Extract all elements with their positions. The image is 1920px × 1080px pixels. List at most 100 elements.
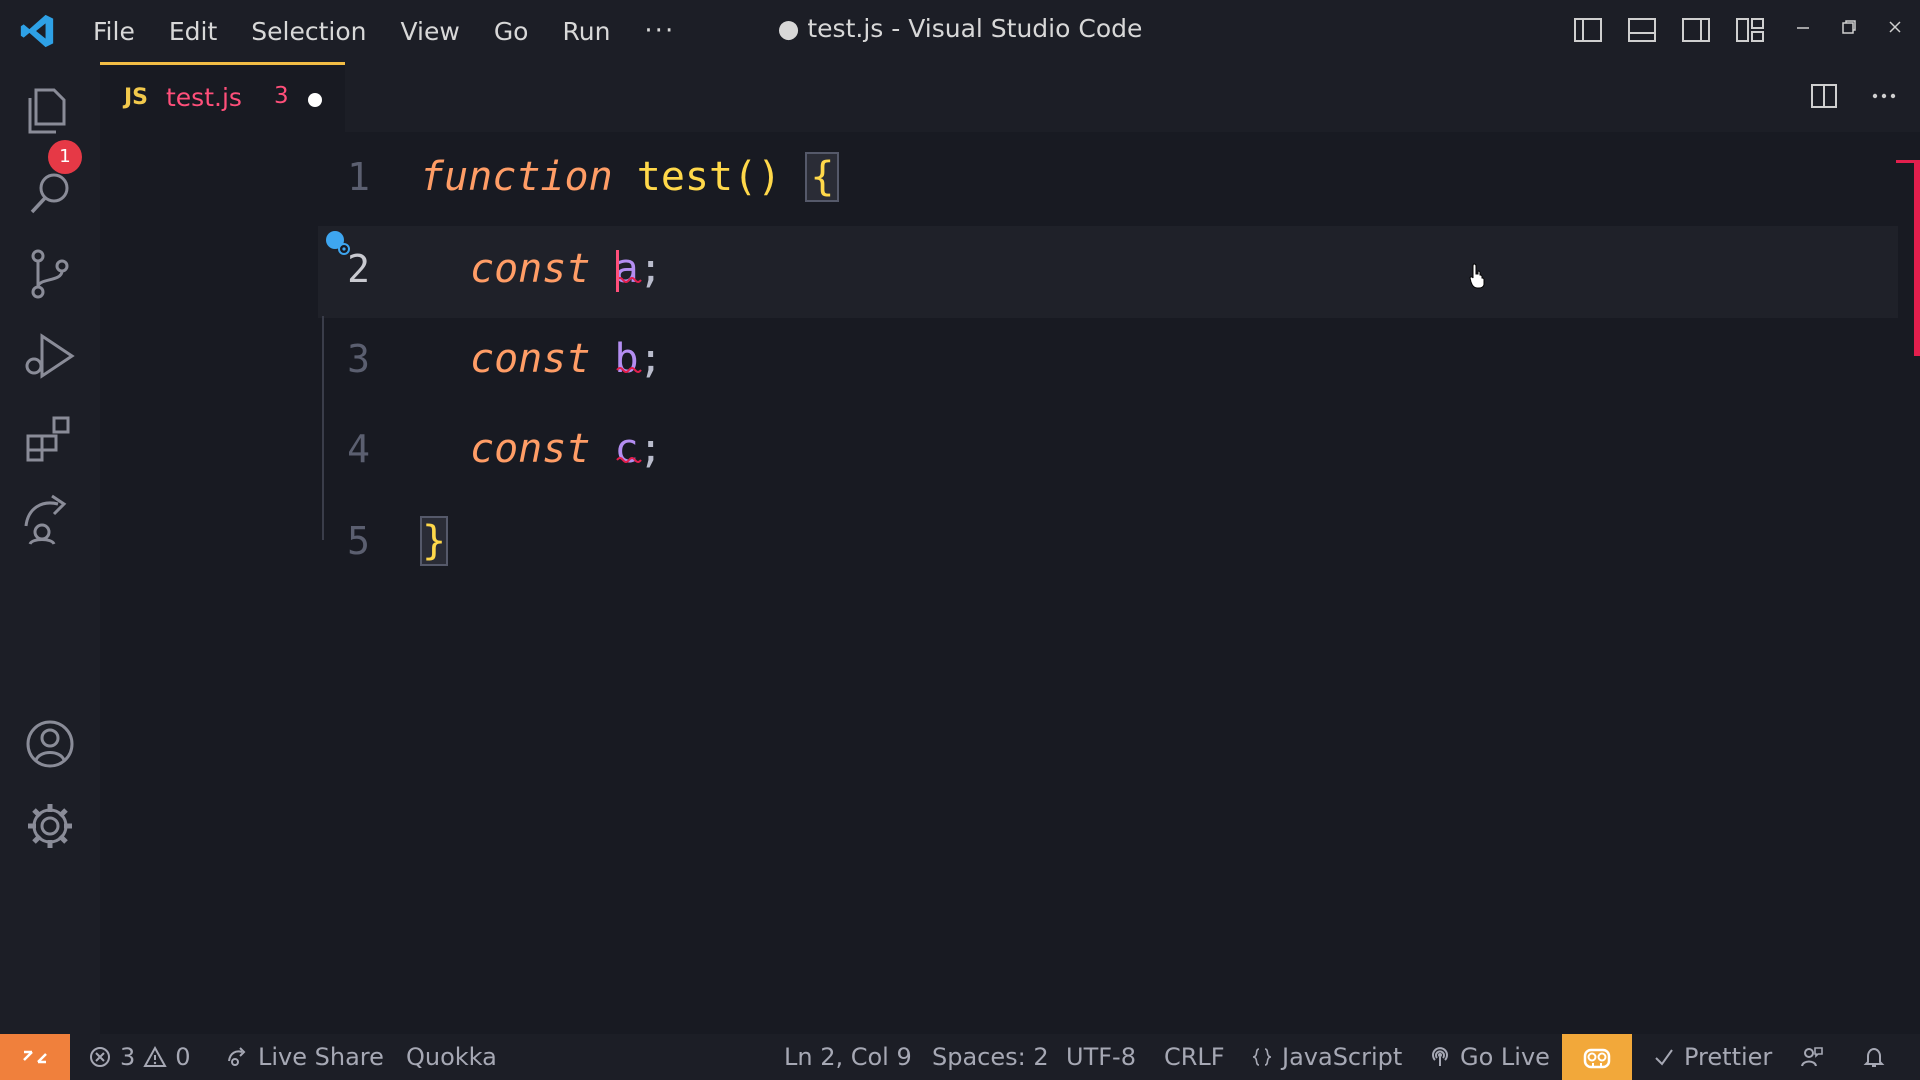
minimize-icon[interactable]: [1792, 16, 1814, 38]
source-control-icon: [31, 249, 69, 299]
quokka-label: Quokka: [406, 1043, 497, 1071]
overview-ruler-mark: [1896, 160, 1914, 163]
search-icon: [30, 173, 69, 214]
variable: c: [615, 426, 642, 472]
code-line: 4 const c;: [100, 404, 1920, 494]
feedback-icon: [1801, 1047, 1823, 1067]
title-bar: File Edit Selection View Go Run ··· ● te…: [0, 0, 1920, 62]
code-line: 1 function test() {: [100, 132, 1920, 222]
semicolon: ;: [638, 426, 663, 472]
live-share-label: Live Share: [258, 1043, 384, 1071]
code-line: 3 const b;: [100, 314, 1920, 404]
menu-edit[interactable]: Edit: [152, 17, 234, 46]
source-control-button[interactable]: [18, 242, 82, 306]
customize-layout-icon[interactable]: [1732, 12, 1768, 48]
explorer-button[interactable]: [18, 78, 82, 142]
window-controls: [1792, 16, 1906, 38]
menu-selection[interactable]: Selection: [234, 17, 383, 46]
encoding-label: UTF-8: [1066, 1043, 1136, 1071]
restore-icon[interactable]: [1838, 16, 1860, 38]
extensions-button[interactable]: [18, 406, 82, 470]
indentation-label: Spaces: 2: [932, 1043, 1049, 1071]
text-cursor: [616, 250, 619, 292]
tab-test-js[interactable]: JS test.js 3: [100, 62, 345, 132]
problems-indicator[interactable]: 3 0: [88, 1034, 191, 1080]
semicolon: ;: [638, 336, 663, 382]
keyword: const: [470, 336, 591, 382]
code-editor[interactable]: 1 function test() { 2 const a; 3 const b…: [100, 132, 1920, 1034]
cursor-position[interactable]: Ln 2, Col 9: [784, 1034, 912, 1080]
quokka-status[interactable]: Quokka: [406, 1034, 497, 1080]
code-line: 2 const a;: [100, 224, 1920, 314]
parens: (): [733, 154, 782, 200]
code-text: }: [420, 496, 449, 586]
code-action-lightbulb-icon[interactable]: [322, 228, 352, 258]
eol-status[interactable]: CRLF: [1164, 1034, 1225, 1080]
javascript-file-icon: JS: [124, 85, 149, 110]
more-actions-icon[interactable]: [1866, 78, 1902, 114]
remote-indicator[interactable]: [0, 1034, 70, 1080]
encoding-status[interactable]: UTF-8: [1066, 1034, 1136, 1080]
live-share-button[interactable]: [18, 486, 82, 550]
toggle-panel-icon[interactable]: [1624, 12, 1660, 48]
close-icon[interactable]: [1884, 16, 1906, 38]
keyword: const: [470, 246, 591, 292]
line-number: 5: [347, 519, 370, 563]
error-icon: [90, 1047, 110, 1067]
split-editor-icon[interactable]: [1806, 78, 1842, 114]
extensions-icon: [26, 416, 70, 462]
eol-label: CRLF: [1164, 1043, 1225, 1071]
menu-bar: File Edit Selection View Go Run ···: [76, 0, 692, 62]
warning-count: 0: [175, 1043, 191, 1071]
menu-more[interactable]: ···: [627, 16, 692, 46]
live-share-icon: [24, 494, 67, 545]
code-text: const c;: [470, 404, 663, 494]
notifications-button[interactable]: [1862, 1034, 1886, 1080]
search-button[interactable]: [18, 162, 82, 226]
layout-controls: [1570, 12, 1768, 48]
line-number: 3: [347, 337, 370, 381]
menu-run[interactable]: Run: [545, 17, 627, 46]
error-squiggle: [615, 367, 642, 373]
error-squiggle: [615, 457, 642, 463]
prettier-label: Prettier: [1684, 1043, 1773, 1071]
run-debug-icon: [25, 333, 75, 379]
line-number: 1: [347, 155, 370, 199]
live-share-icon: [228, 1047, 246, 1066]
toggle-primary-sidebar-icon[interactable]: [1570, 12, 1606, 48]
code-text: const a;: [470, 224, 663, 314]
open-brace: {: [805, 152, 840, 202]
settings-button[interactable]: [18, 794, 82, 858]
check-icon: [1655, 1049, 1673, 1066]
keyword: const: [470, 426, 591, 472]
language-label: JavaScript: [1282, 1043, 1403, 1071]
code-text: function test() {: [420, 132, 840, 222]
copilot-status[interactable]: [1562, 1034, 1632, 1080]
feedback-button[interactable]: [1800, 1034, 1824, 1080]
account-button[interactable]: [18, 712, 82, 776]
editor-actions: [1806, 78, 1902, 114]
menu-file[interactable]: File: [76, 17, 152, 46]
broadcast-icon: [1432, 1047, 1448, 1066]
indentation-status[interactable]: Spaces: 2: [932, 1034, 1049, 1080]
go-live-label: Go Live: [1460, 1043, 1550, 1071]
language-mode[interactable]: JavaScript: [1250, 1034, 1402, 1080]
copilot-icon: [1583, 1048, 1611, 1069]
cursor-position-label: Ln 2, Col 9: [784, 1043, 912, 1071]
overview-ruler-errors: [1914, 160, 1920, 356]
tab-problem-count: 3: [274, 83, 289, 109]
braces-icon: [1252, 1048, 1272, 1066]
menu-view[interactable]: View: [383, 17, 476, 46]
function-name: test: [636, 154, 734, 200]
unsaved-dot-icon[interactable]: [308, 93, 322, 107]
keyword: function: [420, 154, 613, 200]
go-live-button[interactable]: Go Live: [1428, 1034, 1550, 1080]
prettier-status[interactable]: Prettier: [1652, 1034, 1772, 1080]
tab-filename: test.js: [166, 83, 242, 112]
line-number: 4: [347, 427, 370, 471]
live-share-status[interactable]: Live Share: [226, 1034, 384, 1080]
editor-tabs: JS test.js 3: [100, 62, 1920, 132]
toggle-secondary-sidebar-icon[interactable]: [1678, 12, 1714, 48]
menu-go[interactable]: Go: [477, 17, 546, 46]
run-debug-button[interactable]: [18, 324, 82, 388]
